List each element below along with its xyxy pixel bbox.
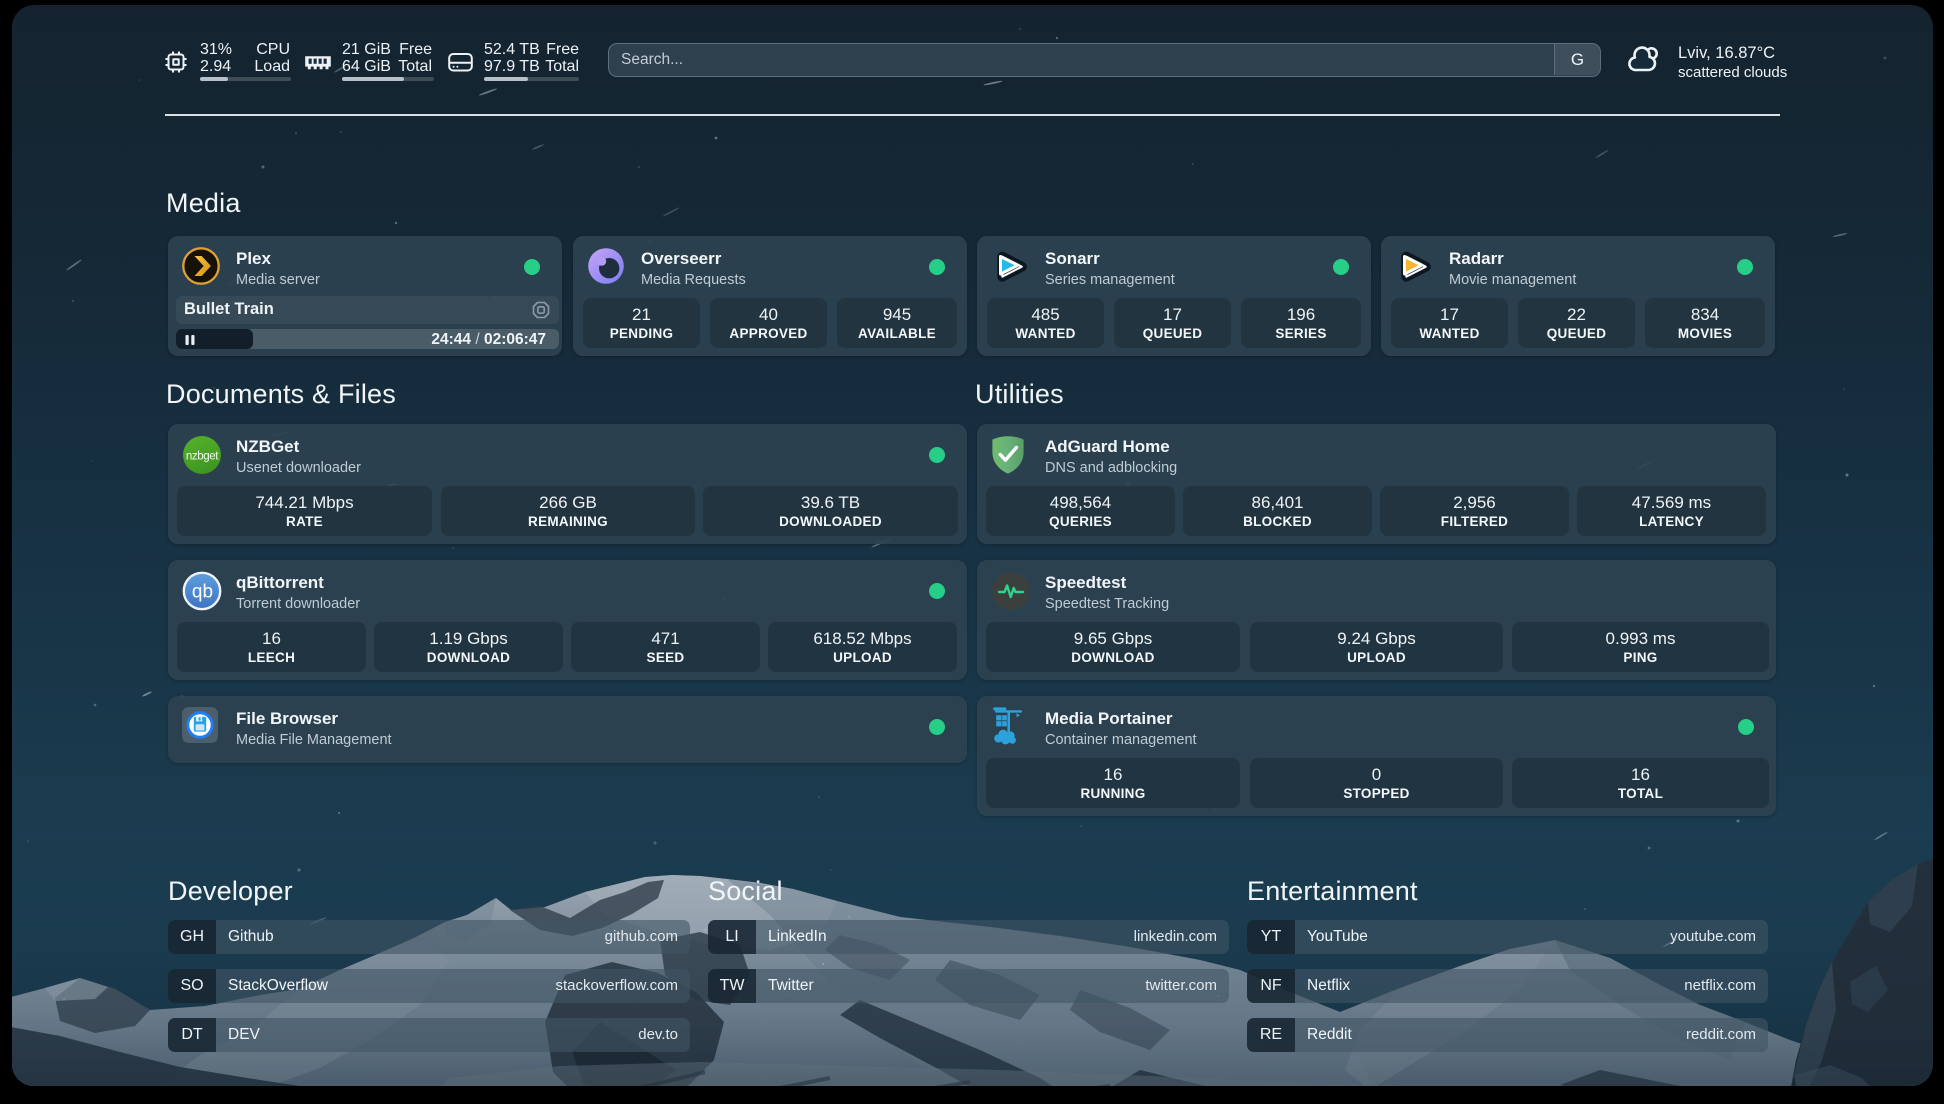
svg-text:qb: qb: [192, 582, 213, 603]
svg-text:nzbget: nzbget: [186, 451, 219, 463]
